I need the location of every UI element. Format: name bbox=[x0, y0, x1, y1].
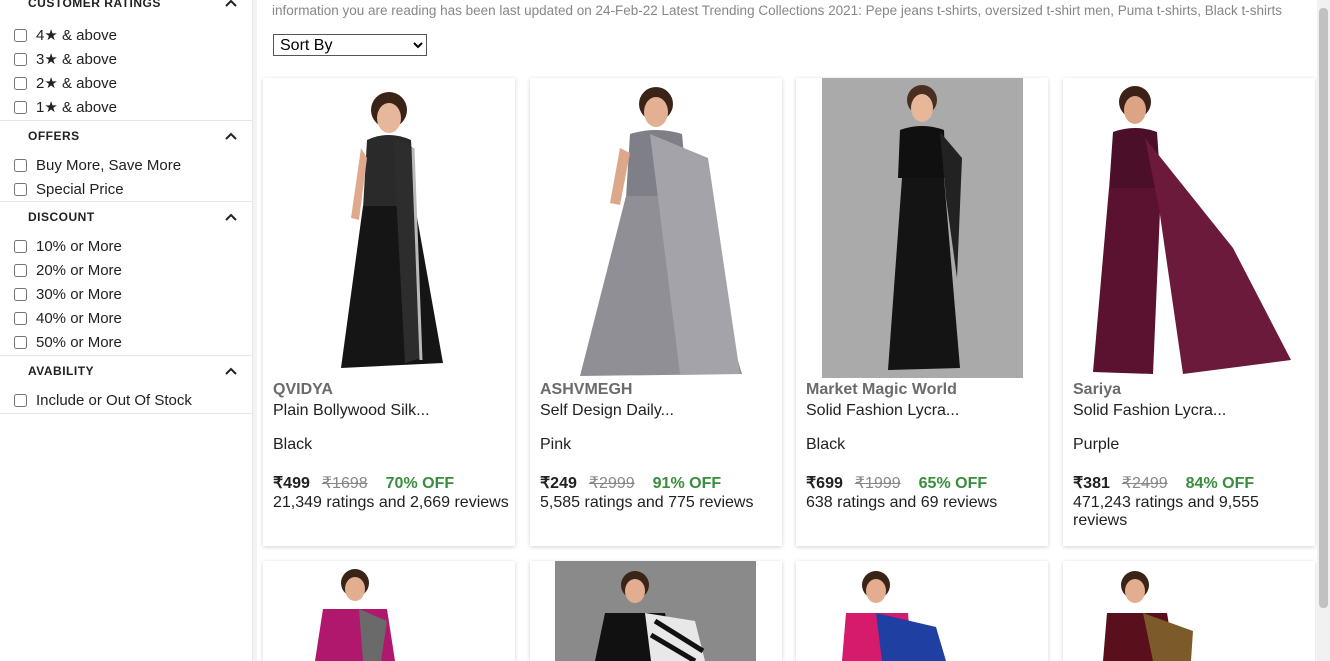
product-card[interactable] bbox=[530, 561, 782, 661]
chevron-up-icon[interactable] bbox=[224, 129, 238, 143]
product-brand: ASHVMEGH bbox=[540, 381, 633, 398]
product-brand: QVIDYA bbox=[273, 381, 333, 398]
product-listing: information you are reading has been las… bbox=[257, 0, 1317, 661]
buy-more-checkbox[interactable] bbox=[14, 158, 27, 172]
product-image[interactable] bbox=[263, 78, 515, 378]
discount-filter-40[interactable]: 40% or More bbox=[0, 306, 122, 330]
discount-filter-30[interactable]: 30% or More bbox=[0, 282, 122, 306]
chevron-up-icon[interactable] bbox=[224, 0, 238, 10]
product-image[interactable] bbox=[263, 561, 515, 661]
product-color: Black bbox=[806, 436, 846, 453]
product-image[interactable] bbox=[555, 561, 756, 661]
discount-section: DISCOUNT 10% or More 20% or More 30% or … bbox=[0, 202, 252, 356]
availability-section: AVABILITY Include or Out Of Stock bbox=[0, 356, 252, 414]
discount-filter-20[interactable]: 20% or More bbox=[0, 258, 122, 282]
discount-30-checkbox[interactable] bbox=[14, 287, 27, 301]
rating-filter-4[interactable]: 4★ & above bbox=[0, 23, 117, 47]
discount-10-checkbox[interactable] bbox=[14, 239, 27, 253]
chevron-up-icon[interactable] bbox=[224, 210, 238, 224]
product-card[interactable] bbox=[1063, 561, 1315, 661]
product-mrp: ₹2499 bbox=[1121, 475, 1168, 492]
price-row: ₹499 ₹1698 70% OFF bbox=[273, 473, 454, 493]
product-title[interactable]: Plain Bollywood Silk... bbox=[273, 402, 430, 420]
availability-title: AVABILITY bbox=[28, 364, 95, 378]
out-of-stock-checkbox[interactable] bbox=[14, 393, 27, 407]
product-title[interactable]: Self Design Daily... bbox=[540, 402, 674, 420]
product-discount: 65% OFF bbox=[918, 475, 988, 492]
offer-buy-more[interactable]: Buy More, Save More bbox=[0, 153, 181, 177]
rating-filter-2[interactable]: 2★ & above bbox=[0, 71, 117, 95]
offers-section: OFFERS Buy More, Save More Special Price bbox=[0, 121, 252, 202]
product-card[interactable]: Market Magic World Solid Fashion Lycra..… bbox=[796, 78, 1048, 546]
discount-title: DISCOUNT bbox=[28, 210, 95, 224]
price-row: ₹249 ₹2999 91% OFF bbox=[540, 473, 721, 493]
product-brand: Market Magic World bbox=[806, 381, 957, 398]
discount-40-checkbox[interactable] bbox=[14, 311, 27, 325]
chevron-up-icon[interactable] bbox=[224, 364, 238, 378]
discount-20-checkbox[interactable] bbox=[14, 263, 27, 277]
product-image[interactable] bbox=[796, 561, 1048, 661]
product-ratings: 5,585 ratings and 775 reviews bbox=[540, 494, 754, 511]
product-mrp: ₹2999 bbox=[588, 475, 635, 492]
product-ratings: 21,349 ratings and 2,669 reviews bbox=[273, 494, 509, 511]
rating-4-checkbox[interactable] bbox=[14, 28, 27, 42]
product-color: Pink bbox=[540, 436, 572, 453]
product-title[interactable]: Solid Fashion Lycra... bbox=[806, 402, 959, 420]
info-text: information you are reading has been las… bbox=[272, 3, 1283, 18]
filters-sidebar: CUSTOMER RATINGS 4★ & above 3★ & above 2… bbox=[0, 0, 253, 661]
product-discount: 84% OFF bbox=[1185, 475, 1255, 492]
product-color: Black bbox=[273, 436, 313, 453]
product-mrp: ₹1999 bbox=[854, 475, 901, 492]
discount-filter-50[interactable]: 50% or More bbox=[0, 330, 122, 354]
product-price: ₹249 bbox=[540, 475, 577, 492]
product-card[interactable]: Sariya Solid Fashion Lycra... Purple ₹38… bbox=[1063, 78, 1315, 546]
price-row: ₹381 ₹2499 84% OFF bbox=[1073, 473, 1254, 493]
discount-filter-10[interactable]: 10% or More bbox=[0, 234, 122, 258]
discount-50-checkbox[interactable] bbox=[14, 335, 27, 349]
offers-title: OFFERS bbox=[28, 129, 80, 143]
rating-filter-1[interactable]: 1★ & above bbox=[0, 95, 117, 119]
product-card[interactable]: ASHVMEGH Self Design Daily... Pink ₹249 ₹… bbox=[530, 78, 782, 546]
customer-ratings-title: CUSTOMER RATINGS bbox=[28, 0, 161, 10]
product-card[interactable]: QVIDYA Plain Bollywood Silk... Black ₹49… bbox=[263, 78, 515, 546]
product-price: ₹699 bbox=[806, 475, 843, 492]
product-ratings: 471,243 ratings and 9,555 reviews bbox=[1073, 494, 1259, 529]
customer-ratings-section: CUSTOMER RATINGS 4★ & above 3★ & above 2… bbox=[0, 0, 252, 121]
product-price: ₹499 bbox=[273, 475, 310, 492]
rating-filter-3[interactable]: 3★ & above bbox=[0, 47, 117, 71]
offer-special-price[interactable]: Special Price bbox=[0, 177, 181, 201]
product-card[interactable] bbox=[796, 561, 1048, 661]
scrollbar-thumb[interactable] bbox=[1319, 8, 1328, 608]
product-image[interactable] bbox=[1063, 78, 1315, 378]
product-color: Purple bbox=[1073, 436, 1120, 453]
product-card[interactable] bbox=[263, 561, 515, 661]
product-title[interactable]: Solid Fashion Lycra... bbox=[1073, 402, 1226, 420]
product-image[interactable] bbox=[530, 78, 782, 378]
product-brand: Sariya bbox=[1073, 381, 1122, 398]
product-image[interactable] bbox=[822, 78, 1023, 378]
availability-include-out-of-stock[interactable]: Include or Out Of Stock bbox=[0, 388, 192, 412]
rating-1-checkbox[interactable] bbox=[14, 100, 27, 114]
price-row: ₹699 ₹1999 65% OFF bbox=[806, 473, 987, 493]
product-image[interactable] bbox=[1063, 561, 1315, 661]
product-discount: 70% OFF bbox=[385, 475, 455, 492]
special-price-checkbox[interactable] bbox=[14, 182, 27, 196]
product-mrp: ₹1698 bbox=[321, 475, 368, 492]
product-ratings: 638 ratings and 69 reviews bbox=[806, 494, 998, 511]
rating-3-checkbox[interactable] bbox=[14, 52, 27, 66]
sort-by-select[interactable]: Sort By bbox=[273, 34, 427, 56]
product-price: ₹381 bbox=[1073, 475, 1110, 492]
rating-2-checkbox[interactable] bbox=[14, 76, 27, 90]
product-discount: 91% OFF bbox=[652, 475, 722, 492]
